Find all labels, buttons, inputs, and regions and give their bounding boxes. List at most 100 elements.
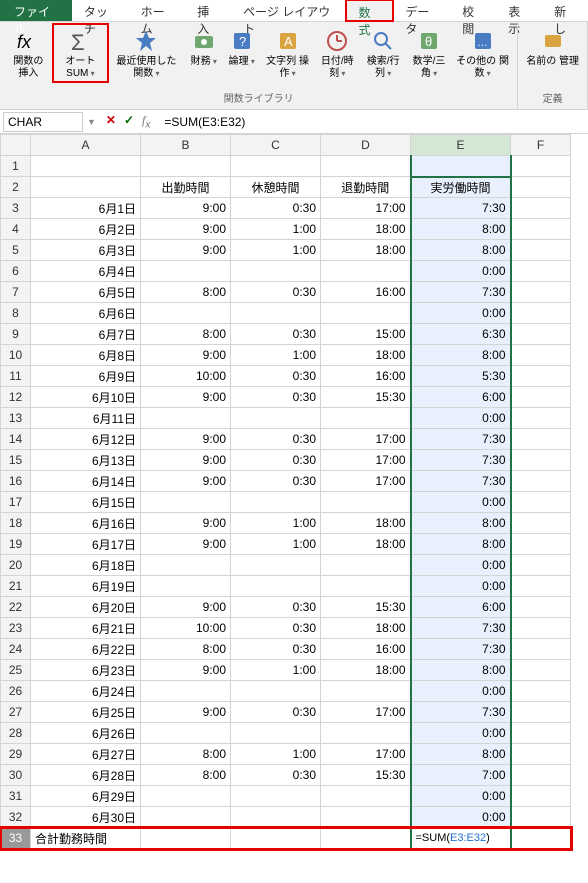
cell-C14[interactable]: 0:30 [231, 429, 321, 450]
cell-E3[interactable]: 7:30 [411, 198, 511, 219]
row-header-33[interactable]: 33 [1, 828, 31, 849]
col-header-C[interactable]: C [231, 135, 321, 156]
cell-C1[interactable] [231, 156, 321, 177]
cell-F23[interactable] [511, 618, 571, 639]
tab-home[interactable]: ホーム [129, 0, 186, 21]
cell-B3[interactable]: 9:00 [141, 198, 231, 219]
cell-B10[interactable]: 9:00 [141, 345, 231, 366]
cell-B23[interactable]: 10:00 [141, 618, 231, 639]
cell-E11[interactable]: 5:30 [411, 366, 511, 387]
cell-F14[interactable] [511, 429, 571, 450]
tab-file[interactable]: ファイル [0, 0, 72, 21]
cell-E23[interactable]: 7:30 [411, 618, 511, 639]
cell-A2[interactable] [31, 177, 141, 198]
cell-C28[interactable] [231, 723, 321, 744]
cell-D28[interactable] [321, 723, 411, 744]
cell-B9[interactable]: 8:00 [141, 324, 231, 345]
cell-E15[interactable]: 7:30 [411, 450, 511, 471]
cell-B8[interactable] [141, 303, 231, 324]
cell-D31[interactable] [321, 786, 411, 807]
cell-C17[interactable] [231, 492, 321, 513]
row-header-22[interactable]: 22 [1, 597, 31, 618]
tab-formulas[interactable]: 数式 [346, 0, 394, 21]
row-header-8[interactable]: 8 [1, 303, 31, 324]
cell-E22[interactable]: 6:00 [411, 597, 511, 618]
cell-B1[interactable] [141, 156, 231, 177]
cell-B18[interactable]: 9:00 [141, 513, 231, 534]
fx-button[interactable]: fx [142, 113, 150, 130]
cell-A8[interactable]: 6月6日 [31, 303, 141, 324]
cell-F7[interactable] [511, 282, 571, 303]
cell-F11[interactable] [511, 366, 571, 387]
cell-C4[interactable]: 1:00 [231, 219, 321, 240]
row-header-23[interactable]: 23 [1, 618, 31, 639]
cell-C9[interactable]: 0:30 [231, 324, 321, 345]
cell-D8[interactable] [321, 303, 411, 324]
tab-new[interactable]: 新し [542, 0, 588, 21]
cell-F26[interactable] [511, 681, 571, 702]
cell-A30[interactable]: 6月28日 [31, 765, 141, 786]
cell-F20[interactable] [511, 555, 571, 576]
cell-D19[interactable]: 18:00 [321, 534, 411, 555]
cell-F32[interactable] [511, 807, 571, 828]
cell-D24[interactable]: 16:00 [321, 639, 411, 660]
cell-D23[interactable]: 18:00 [321, 618, 411, 639]
cell-F17[interactable] [511, 492, 571, 513]
cell-C25[interactable]: 1:00 [231, 660, 321, 681]
cell-B14[interactable]: 9:00 [141, 429, 231, 450]
date-time-button[interactable]: 日付/時刻 [314, 24, 360, 82]
name-manager-button[interactable]: 名前の 管理 [522, 24, 583, 70]
cell-E28[interactable]: 0:00 [411, 723, 511, 744]
cell-B2[interactable]: 出勤時間 [141, 177, 231, 198]
cell-C6[interactable] [231, 261, 321, 282]
cell-F21[interactable] [511, 576, 571, 597]
tab-view[interactable]: 表示 [496, 0, 542, 21]
cell-E5[interactable]: 8:00 [411, 240, 511, 261]
cell-E20[interactable]: 0:00 [411, 555, 511, 576]
cell-B32[interactable] [141, 807, 231, 828]
cell-C32[interactable] [231, 807, 321, 828]
cell-B22[interactable]: 9:00 [141, 597, 231, 618]
cell-B15[interactable]: 9:00 [141, 450, 231, 471]
cell-B16[interactable]: 9:00 [141, 471, 231, 492]
cell-F16[interactable] [511, 471, 571, 492]
cell-B7[interactable]: 8:00 [141, 282, 231, 303]
cell-C3[interactable]: 0:30 [231, 198, 321, 219]
row-header-5[interactable]: 5 [1, 240, 31, 261]
row-header-12[interactable]: 12 [1, 387, 31, 408]
row-header-10[interactable]: 10 [1, 345, 31, 366]
col-header-A[interactable]: A [31, 135, 141, 156]
cell-C13[interactable] [231, 408, 321, 429]
row-header-6[interactable]: 6 [1, 261, 31, 282]
row-header-18[interactable]: 18 [1, 513, 31, 534]
cell-C11[interactable]: 0:30 [231, 366, 321, 387]
autosum-button[interactable]: Σ オート SUM [53, 24, 108, 82]
cell-B6[interactable] [141, 261, 231, 282]
cell-A19[interactable]: 6月17日 [31, 534, 141, 555]
tab-touch[interactable]: タッチ [72, 0, 129, 21]
cell-C29[interactable]: 1:00 [231, 744, 321, 765]
lookup-button[interactable]: 検索/行列 [360, 24, 406, 82]
row-header-13[interactable]: 13 [1, 408, 31, 429]
cell-C18[interactable]: 1:00 [231, 513, 321, 534]
cell-F33[interactable] [511, 828, 571, 849]
cell-C8[interactable] [231, 303, 321, 324]
tab-review[interactable]: 校閲 [450, 0, 496, 21]
col-header-D[interactable]: D [321, 135, 411, 156]
cell-F19[interactable] [511, 534, 571, 555]
row-33-total[interactable]: 33 合計勤務時間 =SUM(E3:E32) [1, 828, 571, 849]
cell-E1[interactable] [411, 156, 511, 177]
cell-A12[interactable]: 6月10日 [31, 387, 141, 408]
cell-E33-formula[interactable]: =SUM(E3:E32) [411, 828, 511, 849]
cell-B21[interactable] [141, 576, 231, 597]
cell-D26[interactable] [321, 681, 411, 702]
cell-F28[interactable] [511, 723, 571, 744]
cell-D27[interactable]: 17:00 [321, 702, 411, 723]
col-header-B[interactable]: B [141, 135, 231, 156]
row-header-11[interactable]: 11 [1, 366, 31, 387]
cell-D11[interactable]: 16:00 [321, 366, 411, 387]
cell-F18[interactable] [511, 513, 571, 534]
cell-D33[interactable] [321, 828, 411, 849]
cell-F29[interactable] [511, 744, 571, 765]
cell-D14[interactable]: 17:00 [321, 429, 411, 450]
